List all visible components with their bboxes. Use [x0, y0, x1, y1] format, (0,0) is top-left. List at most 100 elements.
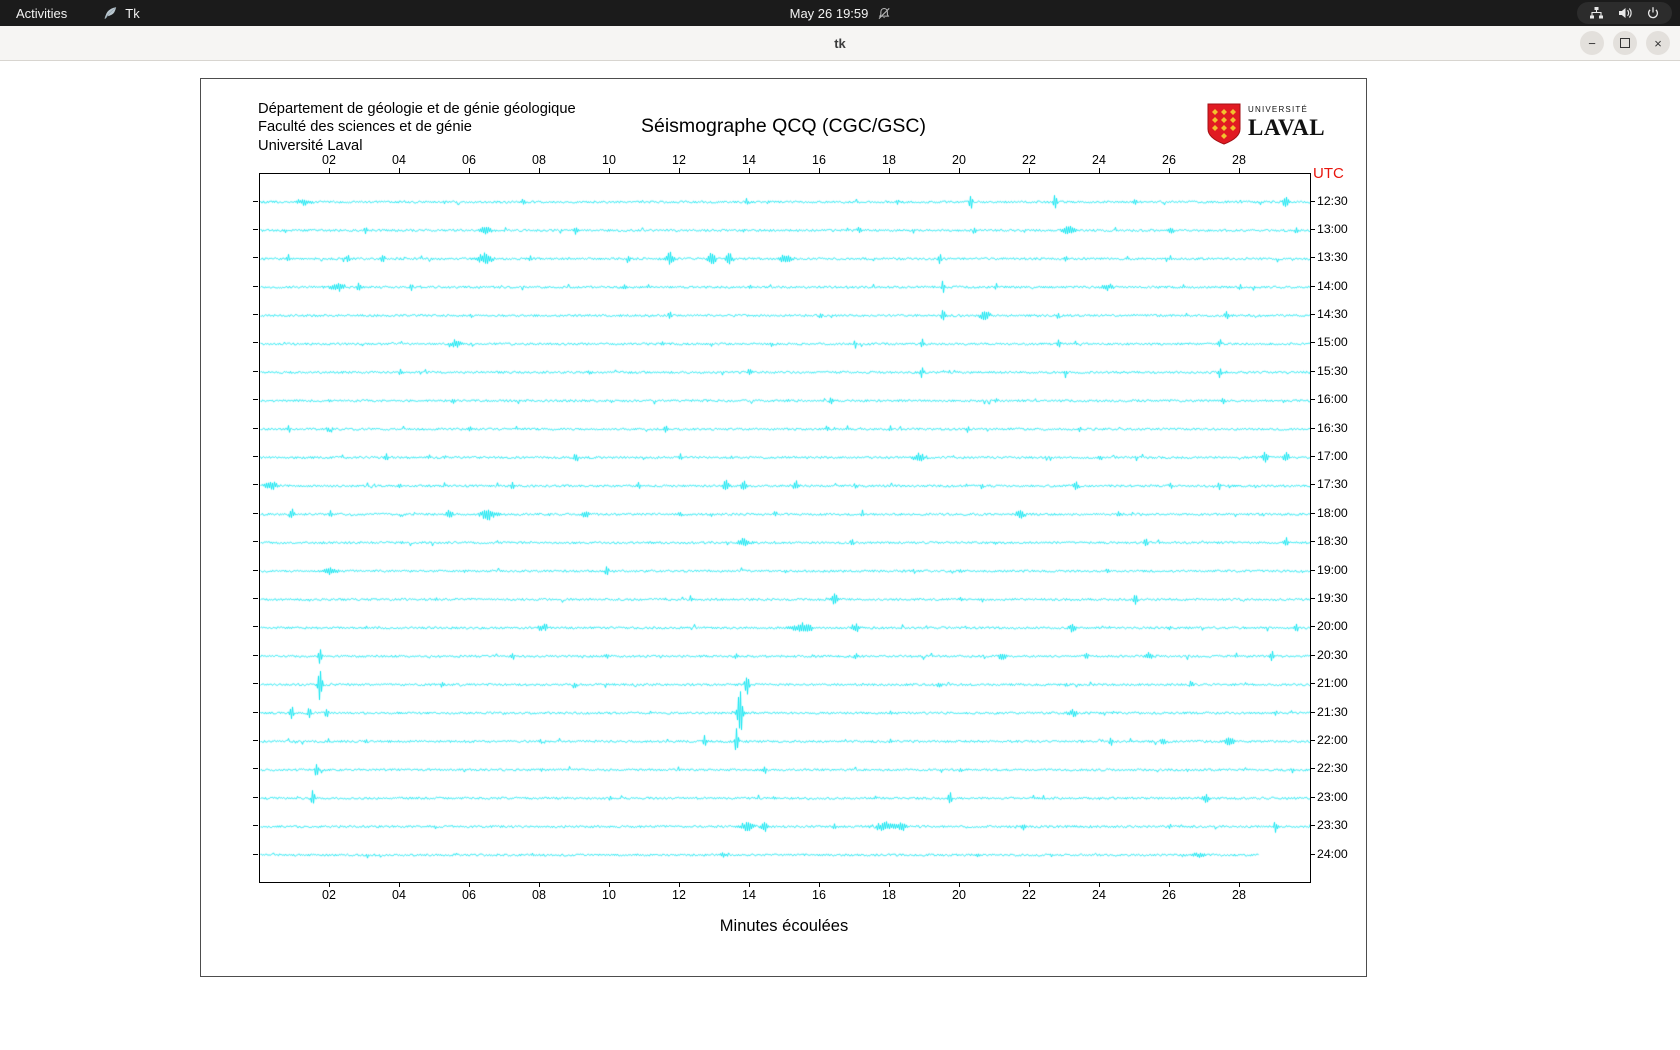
x-tick-bottom — [538, 882, 540, 887]
seismogram-plot — [259, 173, 1311, 883]
utc-row-label: 13:00 — [1317, 221, 1348, 236]
x-tick-label-top: 02 — [322, 153, 336, 167]
x-tick-label-bottom: 12 — [672, 888, 686, 902]
row-tick-right — [1310, 484, 1315, 486]
x-tick-label-bottom: 06 — [462, 888, 476, 902]
maximize-button[interactable] — [1613, 31, 1637, 55]
close-button[interactable]: × — [1646, 31, 1670, 55]
x-tick-top — [678, 168, 680, 173]
x-tick-bottom — [888, 882, 890, 887]
row-tick-left — [253, 711, 258, 713]
utc-row-label: 22:30 — [1317, 761, 1348, 776]
row-tick-right — [1310, 825, 1315, 827]
x-tick-label-bottom: 02 — [322, 888, 336, 902]
row-tick-left — [253, 200, 258, 202]
x-tick-label-top: 10 — [602, 153, 616, 167]
x-tick-label-bottom: 20 — [952, 888, 966, 902]
row-tick-right — [1310, 597, 1315, 599]
row-tick-left — [253, 796, 258, 798]
x-tick-label-top: 22 — [1022, 153, 1036, 167]
row-tick-right — [1310, 285, 1315, 287]
row-tick-left — [253, 285, 258, 287]
row-tick-left — [253, 825, 258, 827]
system-tray[interactable] — [1577, 2, 1672, 24]
row-tick-right — [1310, 427, 1315, 429]
window-titlebar[interactable]: tk − × — [0, 26, 1680, 61]
utc-row-label: 14:30 — [1317, 307, 1348, 322]
x-tick-bottom — [748, 882, 750, 887]
utc-row-label: 18:00 — [1317, 505, 1348, 520]
x-tick-top — [818, 168, 820, 173]
row-tick-left — [253, 342, 258, 344]
utc-row-label: 23:30 — [1317, 818, 1348, 833]
utc-row-label: 14:00 — [1317, 278, 1348, 293]
row-tick-right — [1310, 768, 1315, 770]
utc-row-label: 18:30 — [1317, 534, 1348, 549]
row-tick-left — [253, 569, 258, 571]
x-tick-label-bottom: 28 — [1232, 888, 1246, 902]
x-tick-top — [468, 168, 470, 173]
utc-row-label: 13:30 — [1317, 250, 1348, 265]
utc-row-label: 17:00 — [1317, 449, 1348, 464]
universite-laval-logo: UNIVERSITÉ LAVAL — [1206, 103, 1325, 145]
row-tick-right — [1310, 257, 1315, 259]
x-tick-label-top: 18 — [882, 153, 896, 167]
x-tick-bottom — [958, 882, 960, 887]
row-tick-right — [1310, 456, 1315, 458]
row-tick-left — [253, 853, 258, 855]
row-tick-right — [1310, 711, 1315, 713]
row-tick-left — [253, 739, 258, 741]
clock-label: May 26 19:59 — [789, 5, 869, 21]
row-tick-right — [1310, 342, 1315, 344]
utc-row-label: 16:30 — [1317, 420, 1348, 435]
utc-row-label: 22:00 — [1317, 732, 1348, 747]
utc-label: UTC — [1313, 165, 1344, 182]
x-tick-label-bottom: 04 — [392, 888, 406, 902]
utc-row-label: 12:30 — [1317, 193, 1348, 208]
x-tick-label-bottom: 10 — [602, 888, 616, 902]
seismograph-frame: Département de géologie et de génie géol… — [200, 78, 1367, 977]
x-tick-label-bottom: 16 — [812, 888, 826, 902]
x-tick-bottom — [468, 882, 470, 887]
x-tick-label-top: 20 — [952, 153, 966, 167]
x-tick-top — [888, 168, 890, 173]
row-tick-left — [253, 399, 258, 401]
x-tick-bottom — [818, 882, 820, 887]
x-tick-bottom — [328, 882, 330, 887]
utc-row-label: 17:30 — [1317, 477, 1348, 492]
utc-row-label: 20:30 — [1317, 647, 1348, 662]
utc-row-label: 16:00 — [1317, 392, 1348, 407]
utc-row-label: 23:00 — [1317, 789, 1348, 804]
activities-button[interactable]: Activities — [16, 6, 67, 21]
row-tick-right — [1310, 512, 1315, 514]
x-tick-label-top: 24 — [1092, 153, 1106, 167]
maximize-icon — [1620, 38, 1630, 48]
x-tick-top — [328, 168, 330, 173]
row-tick-right — [1310, 314, 1315, 316]
logo-text-large: LAVAL — [1248, 115, 1326, 140]
x-tick-label-top: 26 — [1162, 153, 1176, 167]
app-indicator-label: Tk — [125, 5, 140, 21]
x-tick-top — [538, 168, 540, 173]
network-icon — [1590, 7, 1603, 19]
row-tick-left — [253, 257, 258, 259]
x-tick-bottom — [608, 882, 610, 887]
row-tick-right — [1310, 796, 1315, 798]
minimize-button[interactable]: − — [1580, 31, 1604, 55]
row-tick-left — [253, 427, 258, 429]
x-tick-bottom — [1238, 882, 1240, 887]
app-indicator[interactable]: Tk — [103, 5, 140, 21]
clock-menu[interactable]: May 26 19:59 — [790, 6, 891, 21]
x-tick-label-top: 06 — [462, 153, 476, 167]
seismogram-canvas — [260, 174, 1310, 882]
utc-row-label: 15:30 — [1317, 363, 1348, 378]
utc-row-label: 21:00 — [1317, 676, 1348, 691]
x-tick-bottom — [398, 882, 400, 887]
row-tick-left — [253, 683, 258, 685]
row-tick-left — [253, 228, 258, 230]
x-tick-label-bottom: 26 — [1162, 888, 1176, 902]
row-tick-right — [1310, 569, 1315, 571]
x-tick-label-top: 14 — [742, 153, 756, 167]
top-bar: Activities Tk May 26 19:59 — [0, 0, 1680, 26]
x-tick-top — [1168, 168, 1170, 173]
